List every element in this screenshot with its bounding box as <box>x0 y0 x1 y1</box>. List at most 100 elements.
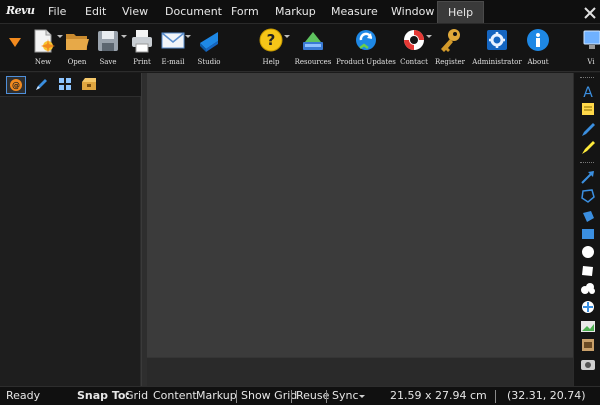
left-panel-tabs: @ <box>0 73 141 97</box>
resources-label: Resources <box>294 58 332 66</box>
text-tool-icon[interactable]: A <box>579 83 597 99</box>
menu-bar: Revu File Edit View Document Form Markup… <box>0 0 600 24</box>
about-button[interactable]: About <box>524 27 552 69</box>
menu-form[interactable]: Form <box>231 5 259 18</box>
stamp-tool-icon[interactable] <box>579 299 597 315</box>
reuse-toggle[interactable]: Reuse <box>296 389 329 402</box>
pen-markup-icon <box>36 79 47 90</box>
bookmarks-icon: @ <box>10 79 22 91</box>
tab-markups[interactable] <box>32 76 52 94</box>
open-folder-icon <box>66 34 89 50</box>
monitor-view-icon <box>583 30 600 49</box>
print-button[interactable]: Print <box>128 27 156 69</box>
menu-view[interactable]: View <box>122 5 148 18</box>
document-canvas[interactable] <box>147 73 573 357</box>
snap-content-toggle[interactable]: Content <box>153 389 197 402</box>
polygon-tool-icon[interactable] <box>579 188 597 204</box>
resources-button[interactable]: Resources <box>294 27 332 69</box>
tab-tool-chest[interactable] <box>80 76 100 94</box>
page-size: 21.59 x 27.94 cm <box>390 389 487 402</box>
shape-tool-icon[interactable] <box>579 263 597 279</box>
toolbar-grip[interactable] <box>580 162 594 164</box>
rectangle-tool-icon[interactable] <box>579 226 597 242</box>
svg-text:A: A <box>583 85 593 99</box>
image-tool-icon[interactable] <box>579 318 597 334</box>
menu-window[interactable]: Window <box>391 5 434 18</box>
save-label: Save <box>99 58 117 66</box>
toolbar-grip[interactable] <box>580 77 594 79</box>
save-button[interactable]: Save <box>93 27 123 69</box>
snapshot-tool-icon[interactable] <box>579 356 597 372</box>
resources-icon <box>303 32 323 50</box>
status-separator <box>495 390 496 403</box>
sync-dropdown[interactable]: Sync <box>332 389 359 402</box>
help-label: Help <box>262 58 280 66</box>
snap-grid-toggle[interactable]: Grid <box>125 389 148 402</box>
status-separator <box>326 390 327 403</box>
printer-icon <box>132 30 152 53</box>
studio-label: Studio <box>197 58 221 66</box>
cursor-coordinates: (32.31, 20.74) <box>507 389 586 402</box>
register-label: Register <box>434 58 466 66</box>
status-bar: Ready Snap To: Grid Content Markup Show … <box>0 386 600 405</box>
svg-text:?: ? <box>267 31 276 49</box>
toolbar: New Open Save Print E-mail Studio ? Help… <box>0 24 600 72</box>
left-panel: @ <box>0 73 141 386</box>
status-separator <box>291 390 292 403</box>
studio-button[interactable]: Studio <box>193 27 225 69</box>
open-button[interactable]: Open <box>62 27 92 69</box>
sync-chevron-down-icon[interactable] <box>359 395 365 398</box>
show-grid-toggle[interactable]: Show Grid <box>241 389 297 402</box>
menu-measure[interactable]: Measure <box>331 5 378 18</box>
tab-thumbnails[interactable] <box>56 76 76 94</box>
email-dropdown-icon[interactable] <box>185 35 191 38</box>
about-label: About <box>527 58 549 66</box>
menu-file[interactable]: File <box>48 5 66 18</box>
pen-tool-icon[interactable] <box>579 121 597 137</box>
help-question-icon: ? <box>259 28 283 52</box>
new-label: New <box>34 58 52 66</box>
save-dropdown-icon[interactable] <box>121 35 127 38</box>
register-button[interactable]: Register <box>433 27 467 69</box>
menu-edit[interactable]: Edit <box>85 5 106 18</box>
attachment-tool-icon[interactable] <box>579 337 597 353</box>
open-label: Open <box>67 58 87 66</box>
arrow-tool-icon[interactable] <box>579 169 597 185</box>
svg-text:@: @ <box>12 81 20 90</box>
status-ready: Ready <box>6 389 41 402</box>
tab-bookmarks[interactable]: @ <box>6 76 26 94</box>
cloud-shape-icon[interactable] <box>579 281 597 297</box>
email-envelope-icon <box>161 32 185 49</box>
snap-markup-toggle[interactable]: Markup <box>196 389 237 402</box>
help-button[interactable]: ? Help <box>257 27 285 69</box>
app-logo[interactable]: Revu <box>6 4 35 20</box>
new-document-icon <box>34 29 55 53</box>
administrator-gear-icon <box>487 30 507 50</box>
product-updates-label: Product Updates <box>336 58 396 66</box>
contact-dropdown-icon[interactable] <box>426 35 432 38</box>
note-tool-icon[interactable] <box>579 101 597 117</box>
studio-icon <box>200 32 218 52</box>
menu-help[interactable]: Help <box>437 1 485 23</box>
menu-markup[interactable]: Markup <box>275 5 316 18</box>
view-button[interactable]: Vi <box>580 27 600 69</box>
save-disk-icon <box>98 31 118 51</box>
contact-button[interactable]: Contact <box>398 27 430 69</box>
quick-access-dropdown-icon[interactable] <box>9 38 21 47</box>
cloud-tool-icon[interactable] <box>579 208 597 224</box>
print-label: Print <box>133 58 151 66</box>
close-icon[interactable] <box>583 6 597 20</box>
highlighter-tool-icon[interactable] <box>579 139 597 155</box>
email-button[interactable]: E-mail <box>158 27 188 69</box>
product-updates-button[interactable]: Product Updates <box>336 27 396 69</box>
help-dropdown-icon[interactable] <box>284 35 290 38</box>
administrator-label: Administrator <box>472 58 522 66</box>
ellipse-tool-icon[interactable] <box>579 244 597 260</box>
new-button[interactable]: New <box>26 27 60 69</box>
status-separator <box>236 390 237 403</box>
thumbnails-grid-icon <box>59 78 71 90</box>
menu-document[interactable]: Document <box>165 5 222 18</box>
lifebuoy-contact-icon <box>404 30 424 50</box>
contact-label: Contact <box>400 58 428 66</box>
administrator-button[interactable]: Administrator <box>471 27 523 69</box>
